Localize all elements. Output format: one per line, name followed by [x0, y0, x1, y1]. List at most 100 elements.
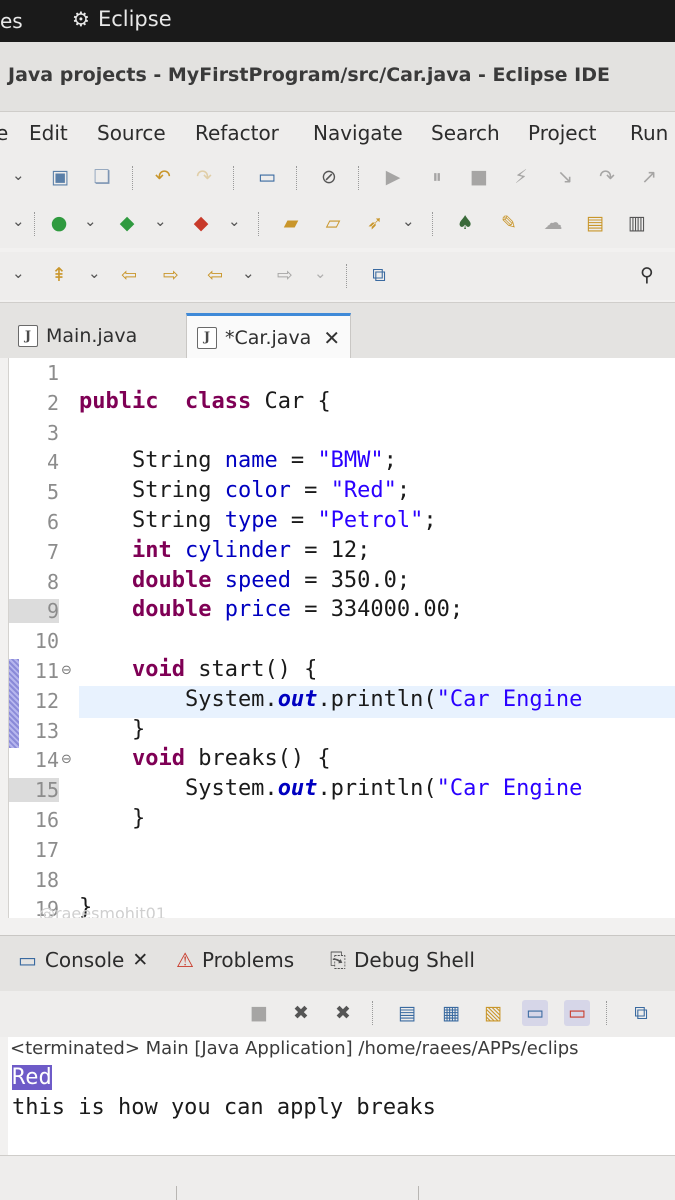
code-token: double: [131, 597, 212, 623]
code-token: }: [79, 716, 146, 742]
fold-toggle-icon[interactable]: ⊖: [61, 663, 72, 678]
chevron-down-icon[interactable]: ⌄: [12, 212, 25, 230]
word-wrap-icon[interactable]: ▧: [480, 1000, 506, 1026]
search-icon[interactable]: ⚲: [634, 262, 660, 288]
problems-icon: ⚠: [176, 948, 194, 972]
open-perspective-icon[interactable]: ⧉: [366, 262, 392, 288]
menu-search[interactable]: Search: [431, 121, 500, 145]
tab-car-java[interactable]: J *Car.java ✕: [186, 313, 352, 359]
menu-refactor[interactable]: Refactor: [195, 121, 279, 145]
menu-run[interactable]: Run: [630, 121, 668, 145]
close-icon[interactable]: ✕: [132, 949, 148, 971]
code-line: String color = "Red";: [79, 478, 410, 503]
run-last-tool-icon[interactable]: ◆: [188, 210, 214, 236]
chevron-down-icon[interactable]: ⌄: [84, 212, 97, 230]
chevron-down-icon[interactable]: ⌄: [88, 264, 101, 282]
chevron-down-icon[interactable]: ⌄: [242, 264, 255, 282]
code-token: void: [131, 746, 185, 772]
tab-problems[interactable]: ⚠ Problems: [176, 948, 294, 972]
code-editor[interactable]: 1 2 3 4 5 6 7 8 9 10 11 ⊖ 12 13 14 ⊖ 15 16 17 18 19 public c…: [8, 358, 675, 918]
toggle-mark-icon[interactable]: ☁: [540, 210, 566, 236]
remove-all-terminated-icon[interactable]: ✖: [330, 1000, 356, 1026]
skip-breakpoints-icon[interactable]: ⊘: [316, 164, 342, 190]
code-token: color: [224, 478, 291, 504]
step-return-icon[interactable]: ↗: [636, 164, 662, 190]
step-into-icon[interactable]: ↘: [552, 164, 578, 190]
app-menu[interactable]: ⚙ Eclipse: [72, 7, 172, 31]
line-number: 17: [34, 837, 59, 862]
code-token: cylinder: [184, 537, 291, 563]
menu-navigate[interactable]: Navigate: [313, 121, 403, 145]
code-token: String: [79, 478, 225, 504]
fold-toggle-icon[interactable]: ⊖: [61, 752, 72, 767]
console-output[interactable]: Red this is how you can apply breaks: [8, 1065, 675, 1155]
code-token: out: [277, 776, 318, 802]
code-line: double speed = 350.0;: [79, 568, 410, 593]
close-icon[interactable]: ✕: [323, 326, 340, 350]
code-token: speed: [224, 567, 291, 593]
open-console-icon[interactable]: ▭: [254, 164, 280, 190]
chevron-down-icon[interactable]: ⌄: [402, 212, 415, 230]
line-number: 7: [46, 539, 59, 564]
chevron-down-icon[interactable]: ⌄: [12, 166, 25, 184]
chevron-down-icon[interactable]: ⌄: [228, 212, 241, 230]
line-number: 5: [46, 480, 59, 505]
run-icon[interactable]: ◆: [114, 210, 140, 236]
remove-launch-icon[interactable]: ✖: [288, 1000, 314, 1026]
code-token: name: [224, 448, 278, 474]
console-process-label: <terminated> Main [Java Application] /ho…: [8, 1037, 675, 1065]
menu-source[interactable]: Source: [97, 121, 166, 145]
show-on-output-icon[interactable]: ▭: [522, 1000, 548, 1026]
save-icon[interactable]: ▣: [47, 164, 73, 190]
annotation-icon[interactable]: ▥: [624, 210, 650, 236]
code-line: System.out.println("Car Engine: [79, 776, 582, 801]
terminate-icon[interactable]: ■: [466, 164, 492, 190]
new-java-project-icon[interactable]: ▰: [278, 210, 304, 236]
code-token: =: [277, 448, 318, 474]
resume-icon[interactable]: ▶: [380, 164, 406, 190]
open-folder-icon[interactable]: ▱: [320, 210, 346, 236]
undo-icon[interactable]: ↶: [150, 164, 176, 190]
tab-debug-shell[interactable]: ⎘ Debug Shell: [330, 948, 475, 972]
save-all-icon[interactable]: ❏: [89, 164, 115, 190]
back-icon[interactable]: ⇦: [202, 262, 228, 288]
task-list-icon[interactable]: ▤: [582, 210, 608, 236]
menu-file[interactable]: e: [0, 121, 8, 145]
tab-console[interactable]: ▭ Console ✕: [18, 948, 148, 972]
pin-console-icon[interactable]: ⧉: [628, 1000, 654, 1026]
code-token: ;: [383, 448, 397, 474]
code-token: ;: [423, 508, 437, 533]
clear-console-icon[interactable]: ▤: [394, 1000, 420, 1026]
step-over-icon[interactable]: ↷: [594, 164, 620, 190]
next-annotation-icon[interactable]: ⇞: [46, 262, 72, 288]
suspend-icon[interactable]: ⏸: [424, 164, 450, 190]
open-type-icon[interactable]: ♠: [452, 210, 478, 236]
chevron-down-icon[interactable]: ⌄: [154, 212, 167, 230]
activities-label[interactable]: es: [0, 9, 23, 33]
terminate-icon[interactable]: ■: [246, 1000, 272, 1026]
java-file-icon: J: [18, 325, 38, 347]
code-token: double: [131, 567, 212, 593]
system-top-bar: es ⚙ Eclipse: [0, 0, 675, 42]
last-edit-icon[interactable]: ⇦: [116, 262, 142, 288]
line-number: 16: [34, 808, 59, 832]
chevron-down-icon[interactable]: ⌄: [314, 264, 327, 282]
search-brush-icon[interactable]: ✎: [496, 210, 522, 236]
menu-project[interactable]: Project: [528, 121, 596, 145]
chevron-down-icon[interactable]: ⌄: [12, 264, 25, 282]
code-line: void start() {: [79, 657, 317, 682]
forward-edit-icon[interactable]: ⇨: [158, 262, 184, 288]
redo-icon[interactable]: ↷: [191, 164, 217, 190]
forward-icon[interactable]: ⇨: [272, 262, 298, 288]
disconnect-icon[interactable]: ⚡: [508, 164, 534, 190]
show-on-error-icon[interactable]: ▭: [564, 1000, 590, 1026]
debug-icon[interactable]: ●: [46, 210, 72, 236]
menu-edit[interactable]: Edit: [29, 121, 68, 145]
scroll-lock-icon[interactable]: ▦: [438, 1000, 464, 1026]
tab-main-java[interactable]: J Main.java: [8, 313, 147, 359]
window-title-bar: Java projects - MyFirstProgram/src/Car.j…: [0, 42, 675, 112]
new-class-icon[interactable]: ➶: [362, 210, 388, 236]
